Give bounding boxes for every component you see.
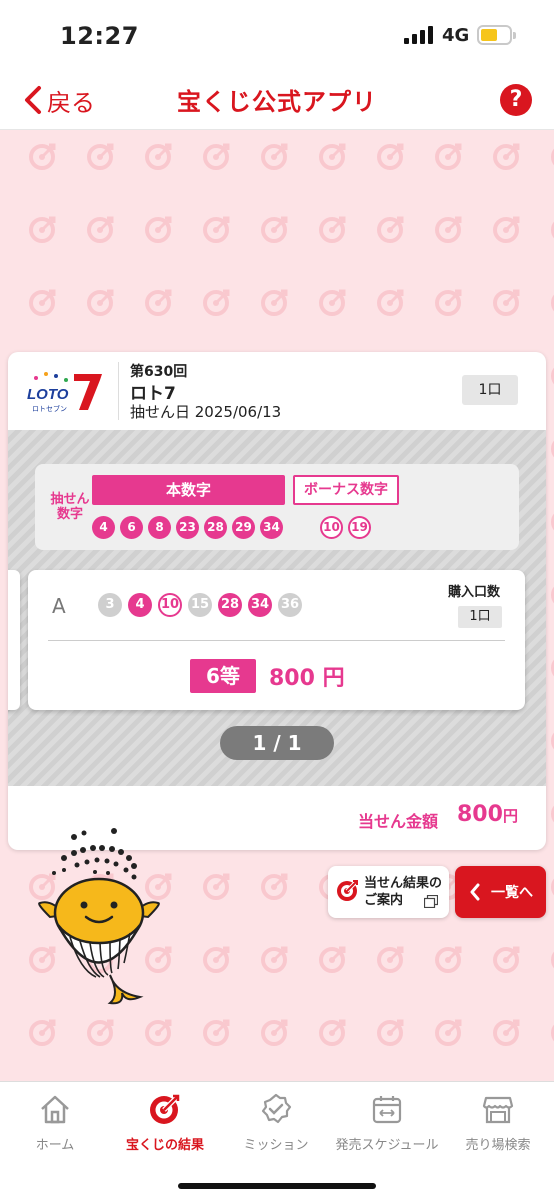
whale-mascot-icon <box>38 828 160 1005</box>
calendar-icon <box>372 1096 402 1124</box>
result-detail-area: 抽せん 数字 本数字 ボーナス数字 4 6 8 23 28 29 34 10 19 A 341… <box>8 430 546 786</box>
ticket-divider <box>48 640 505 641</box>
target-icon <box>337 879 359 901</box>
total-amount-label: 当せん金額 <box>358 812 439 831</box>
total-amount-value: 800 <box>457 802 503 827</box>
badge-check-icon <box>261 1093 292 1124</box>
bonus-numbers-header: ボーナス数字 <box>293 475 399 505</box>
main-number-ball: 8 <box>148 516 171 539</box>
main-numbers-header: 本数字 <box>92 475 285 505</box>
bonus-numbers-row: 10 19 <box>320 516 376 539</box>
tab-mission[interactable]: ミッション <box>221 1092 331 1153</box>
ticket-card[interactable]: A 3 4 10 15 28 34 36 購入口数 1口 6等 800 円 <box>28 570 525 710</box>
app-title: 宝くじ公式アプリ <box>177 88 377 116</box>
ticket-number-ball: 10 <box>158 593 182 617</box>
prize-rank-badge: 6等 <box>190 659 256 693</box>
guide-line1: 当せん結果の <box>364 876 443 891</box>
signal-icon <box>404 26 434 44</box>
prize-amount: 800 円 <box>269 666 345 691</box>
status-bar: 12:27 4G <box>0 0 554 72</box>
main-number-ball: 28 <box>204 516 227 539</box>
shop-icon <box>482 1096 514 1124</box>
previous-ticket-card-edge[interactable] <box>8 570 20 710</box>
tab-mission-label: ミッション <box>243 1138 309 1153</box>
purchase-count-badge: 1口 <box>458 606 502 628</box>
ticket-numbers-row: 3 4 10 15 28 34 36 <box>98 593 308 617</box>
tab-shop-search[interactable]: 売り場検索 <box>443 1092 553 1153</box>
main-number-ball: 4 <box>92 516 115 539</box>
main-number-ball: 29 <box>232 516 255 539</box>
ticket-line-label: A <box>52 594 66 618</box>
logo-sub: ロトセブン <box>32 404 67 413</box>
guide-line2: ご案内 <box>364 893 404 908</box>
loto7-logo-icon: LOTO ロトセブン <box>27 372 102 413</box>
winning-label-line2: 数字 <box>56 507 83 522</box>
chevron-left-icon <box>470 883 480 901</box>
home-indicator <box>178 1183 376 1189</box>
result-card: LOTO ロトセブン 第630回 ロト7 抽せん日 2025/06/13 1口 … <box>8 352 546 850</box>
bonus-number-ball: 19 <box>348 516 371 539</box>
purchase-count-label: 購入口数 <box>448 585 501 600</box>
tab-home[interactable]: ホーム <box>0 1092 110 1153</box>
tab-schedule[interactable]: 発売スケジュール <box>332 1092 442 1153</box>
ticket-number-ball: 28 <box>218 593 242 617</box>
external-window-icon <box>424 895 438 908</box>
tab-lottery-results-label: 宝くじの結果 <box>125 1138 204 1153</box>
winning-label-line1: 抽せん <box>50 492 90 507</box>
ticket-number-ball: 34 <box>248 593 272 617</box>
tab-lottery-results[interactable]: 宝くじの結果 <box>110 1092 220 1153</box>
draw-number: 第630回 <box>130 364 188 380</box>
svg-text:LOTO: LOTO <box>27 386 69 403</box>
home-icon <box>41 1095 69 1124</box>
main-number-ball: 23 <box>176 516 199 539</box>
ticket-number-ball: 4 <box>128 593 152 617</box>
result-guide-button[interactable]: 当せん結果の ご案内 <box>328 866 449 918</box>
tab-home-label: ホーム <box>35 1138 75 1153</box>
status-time: 12:27 <box>60 22 139 50</box>
header-divider <box>118 362 119 420</box>
ticket-number-ball: 36 <box>278 593 302 617</box>
back-to-list-label: 一覧へ <box>491 885 533 901</box>
back-to-list-button[interactable]: 一覧へ <box>455 866 546 918</box>
winning-numbers-box: 抽せん 数字 本数字 ボーナス数字 4 6 8 23 28 29 34 10 19 <box>35 464 519 550</box>
pager: 1 / 1 <box>220 726 334 760</box>
main-numbers-row: 4 6 8 23 28 29 34 <box>92 516 288 539</box>
target-icon <box>150 1094 180 1124</box>
tab-bar: ホーム 宝くじの結果 ミッション 発売スケジュール 売り場検索 <box>0 1081 554 1200</box>
ticket-number-ball: 3 <box>98 593 122 617</box>
winning-numbers-label: 抽せん 数字 <box>43 492 97 522</box>
draw-date: 抽せん日 2025/06/13 <box>130 403 282 421</box>
tab-shop-search-label: 売り場検索 <box>465 1138 531 1153</box>
total-amount-unit: 円 <box>502 807 518 825</box>
main-number-ball: 34 <box>260 516 283 539</box>
main-number-ball: 6 <box>120 516 143 539</box>
help-button[interactable]: ? <box>500 84 532 116</box>
ticket-number-ball: 15 <box>188 593 212 617</box>
network-label: 4G <box>442 25 470 46</box>
bonus-number-ball: 10 <box>320 516 343 539</box>
card-header: LOTO ロトセブン 第630回 ロト7 抽せん日 2025/06/13 1口 <box>8 352 546 430</box>
nav-bar: 戻る 宝くじ公式アプリ ? <box>0 72 554 130</box>
tab-schedule-label: 発売スケジュール <box>335 1138 439 1153</box>
battery-icon <box>477 25 516 45</box>
total-amount: 800円 <box>457 802 518 827</box>
count-badge: 1口 <box>462 375 518 405</box>
